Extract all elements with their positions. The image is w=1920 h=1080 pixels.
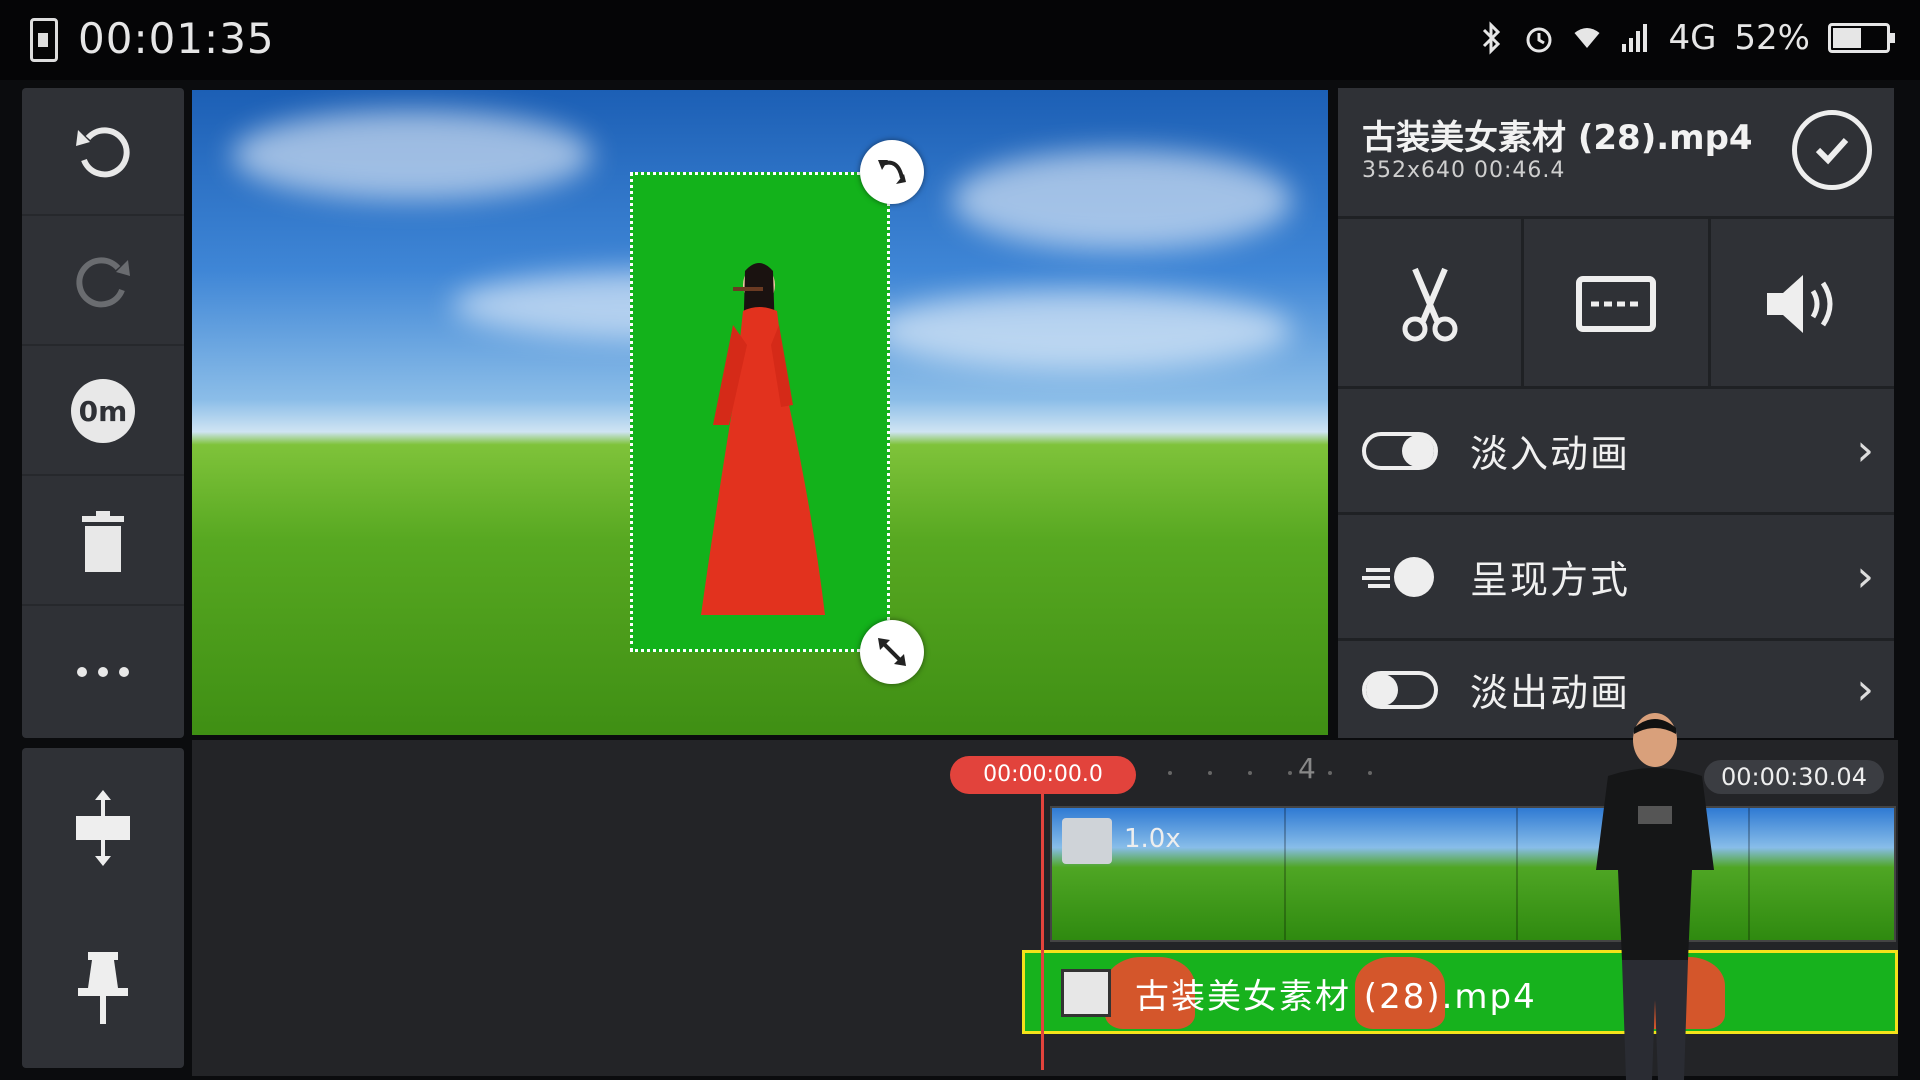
presentation-label: 呈现方式 <box>1470 558 1631 602</box>
trim-button[interactable] <box>1338 219 1525 389</box>
bluetooth-icon <box>1483 21 1501 55</box>
undo-icon <box>76 127 130 178</box>
clip-info: 352x640 00:46.4 <box>1362 158 1566 183</box>
crop-button[interactable] <box>1524 219 1711 389</box>
fade-in-label: 淡入动画 <box>1470 432 1631 476</box>
screen-record-icon <box>30 18 58 62</box>
overlay-clip-track[interactable]: 古装美女素材 (28).mp4 <box>1022 950 1898 1034</box>
total-duration: 00:00:30.04 <box>1704 760 1884 794</box>
trash-icon <box>82 511 124 572</box>
clip-properties-panel: 古装美女素材 (28).mp4 352x640 00:46.4 淡入动画 › 呈… <box>1338 88 1894 738</box>
check-icon <box>1815 137 1849 165</box>
undo-button[interactable] <box>22 88 184 216</box>
background-cloud <box>952 150 1292 250</box>
video-clip-icon <box>1062 818 1112 864</box>
keyframe-icon: 0m <box>71 379 135 443</box>
signal-icon <box>1622 24 1648 52</box>
timeline-tools <box>22 748 184 1068</box>
chevron-right-icon: › <box>1856 551 1874 602</box>
resize-icon <box>878 638 906 666</box>
svg-text:0m: 0m <box>79 395 128 428</box>
subtitle-icon <box>1575 276 1656 332</box>
status-icons: 4G 52% <box>1476 18 1895 58</box>
network-type: 4G <box>1668 18 1717 58</box>
background-cloud <box>232 110 592 200</box>
background-cloud <box>872 290 1292 370</box>
redo-button[interactable] <box>22 218 184 346</box>
clip-speed: 1.0x <box>1124 824 1181 854</box>
alarm-icon <box>1526 27 1552 53</box>
pin-icon <box>78 952 128 1024</box>
volume-button[interactable] <box>1711 219 1894 389</box>
split-icon <box>76 790 130 866</box>
more-icon <box>77 667 129 677</box>
more-button[interactable] <box>22 608 184 736</box>
presentation-icon <box>1362 556 1434 597</box>
split-button[interactable] <box>22 748 184 908</box>
fade-in-row[interactable]: 淡入动画 › <box>1338 386 1894 512</box>
overlay-clip-label: 古装美女素材 (28).mp4 <box>1135 977 1537 1017</box>
ruler-mark: 4 <box>1298 752 1316 785</box>
keyframe-button[interactable]: 0m <box>22 348 184 476</box>
volume-icon <box>1767 275 1833 333</box>
left-toolbar: 0m <box>22 88 184 738</box>
cut-icon <box>1402 267 1458 342</box>
presenter-figure <box>1596 713 1714 1080</box>
clip-tools <box>1338 216 1894 389</box>
redo-icon <box>76 257 130 308</box>
video-preview[interactable] <box>192 90 1328 735</box>
wifi-icon <box>1574 28 1600 48</box>
fade-in-toggle-icon <box>1362 431 1438 470</box>
playhead-time[interactable]: 00:00:00.0 <box>950 756 1136 794</box>
fade-out-toggle-icon <box>1362 670 1438 709</box>
presentation-row[interactable]: 呈现方式 › <box>1338 512 1894 638</box>
record-timer: 00:01:35 <box>78 14 275 63</box>
background-video-track[interactable]: 1.0x <box>1050 806 1896 942</box>
overlay-clip-selection[interactable] <box>630 172 890 652</box>
clip-filename: 古装美女素材 (28).mp4 <box>1362 118 1753 158</box>
battery-percent: 52% <box>1734 18 1810 58</box>
resize-handle[interactable] <box>860 620 924 684</box>
confirm-button[interactable] <box>1792 110 1872 190</box>
rotate-icon <box>878 160 906 184</box>
fade-out-label: 淡出动画 <box>1470 671 1631 715</box>
chevron-right-icon: › <box>1856 664 1874 715</box>
rotate-handle[interactable] <box>860 140 924 204</box>
film-icon <box>1061 969 1111 1017</box>
playhead-line[interactable] <box>1041 794 1044 1070</box>
delete-button[interactable] <box>22 478 184 606</box>
woman-figure <box>701 263 825 615</box>
status-bar: 00:01:35 4G 52% <box>0 0 1920 80</box>
pin-button[interactable] <box>22 908 184 1068</box>
battery-icon <box>1828 23 1895 53</box>
chevron-right-icon: › <box>1856 425 1874 476</box>
